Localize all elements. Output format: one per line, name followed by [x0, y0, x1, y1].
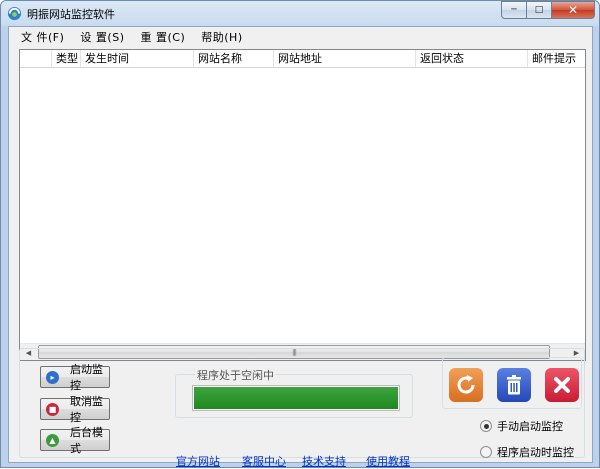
radio-auto-start-label: 程序启动时监控	[497, 446, 574, 459]
link-official-site[interactable]: 官方网站	[176, 453, 220, 469]
maximize-button[interactable]: □	[527, 1, 552, 19]
refresh-icon	[457, 375, 475, 394]
menu-help[interactable]: 帮助(H)	[193, 29, 250, 45]
start-monitor-button[interactable]: ▸ 启动监控	[40, 363, 110, 392]
link-customer-service[interactable]: 客服中心	[242, 453, 286, 469]
control-panel: ▸ 启动监控 ■ 取消监控 ▲ 后台模式 程序处于空闲中 官方网站 客服中心 技…	[19, 348, 585, 468]
radio-auto-start-indicator[interactable]	[480, 446, 492, 458]
column-header-status[interactable]: 返回状态	[416, 50, 528, 68]
link-tech-support[interactable]: 技术支持	[302, 453, 346, 469]
radio-manual-start-label: 手动启动监控	[497, 420, 563, 433]
close-button[interactable]: ✕	[552, 1, 595, 19]
column-header-site-url[interactable]: 网站地址	[274, 50, 416, 68]
background-mode-label: 后台模式	[70, 426, 103, 455]
radio-manual-start-indicator[interactable]	[480, 420, 492, 432]
menu-file[interactable]: 文 件(F)	[13, 29, 72, 45]
title-bar[interactable]: 明振网站监控软件 ─ □ ✕	[1, 1, 599, 26]
column-header-site-name[interactable]: 网站名称	[194, 50, 274, 68]
column-header-type[interactable]: 类型	[52, 50, 81, 68]
status-progress-fill	[194, 387, 398, 409]
exit-button[interactable]	[545, 368, 579, 402]
minimize-button[interactable]: ─	[501, 1, 527, 19]
status-group: 程序处于空闲中	[175, 367, 413, 418]
status-text: 程序处于空闲中	[195, 367, 276, 383]
menu-reset[interactable]: 重 置(C)	[132, 29, 193, 45]
status-progress-bar	[192, 385, 400, 411]
radio-auto-start[interactable]: 程序启动时监控	[480, 444, 574, 460]
column-header-blank[interactable]	[20, 50, 52, 68]
window-controls: ─ □ ✕	[501, 1, 595, 20]
action-panel	[442, 357, 582, 409]
cancel-monitor-label: 取消监控	[70, 395, 103, 424]
start-monitor-label: 启动监控	[70, 363, 103, 392]
background-mode-button[interactable]: ▲ 后台模式	[40, 426, 110, 455]
menu-bar: 文 件(F) 设 置(S) 重 置(C) 帮助(H)	[9, 27, 592, 47]
trash-icon	[507, 375, 521, 395]
list-header: 类型 发生时间 网站名称 网站地址 返回状态 邮件提示	[20, 50, 585, 68]
shield-icon: ■	[46, 402, 59, 416]
link-tutorial[interactable]: 使用教程	[366, 453, 410, 469]
column-header-time[interactable]: 发生时间	[81, 50, 194, 68]
radio-manual-start[interactable]: 手动启动监控	[480, 418, 563, 434]
cancel-monitor-button[interactable]: ■ 取消监控	[40, 395, 110, 424]
start-icon: ▸	[46, 370, 59, 384]
app-window: 明振网站监控软件 ─ □ ✕ 文 件(F) 设 置(S) 重 置(C) 帮助(H…	[0, 0, 600, 468]
home-icon: ▲	[46, 433, 59, 447]
client-area: 文 件(F) 设 置(S) 重 置(C) 帮助(H) 类型 发生时间 网站名称 …	[8, 26, 593, 468]
monitor-list[interactable]: 类型 发生时间 网站名称 网站地址 返回状态 邮件提示 ◀ ||| ▶	[19, 49, 586, 361]
app-logo-icon	[7, 6, 22, 21]
close-x-icon	[554, 377, 570, 393]
window-title: 明振网站监控软件	[27, 8, 115, 21]
radio-selected-dot	[483, 423, 489, 429]
column-header-email[interactable]: 邮件提示	[528, 50, 585, 68]
menu-settings[interactable]: 设 置(S)	[72, 29, 132, 45]
delete-button[interactable]	[497, 368, 531, 402]
refresh-button[interactable]	[449, 368, 483, 402]
